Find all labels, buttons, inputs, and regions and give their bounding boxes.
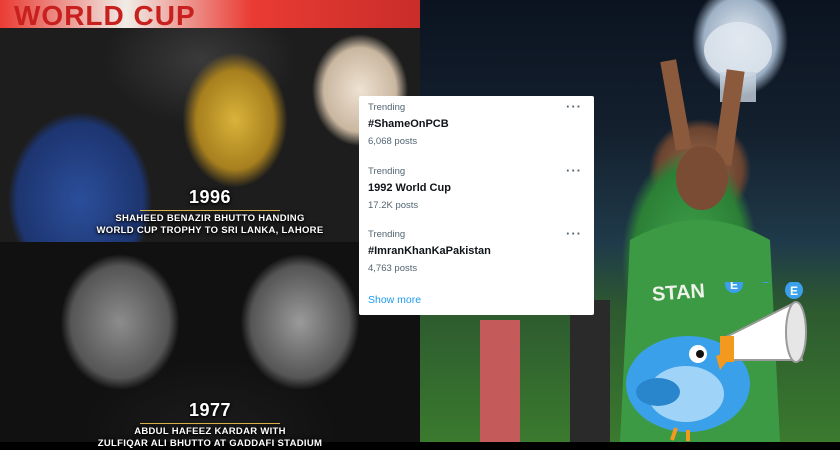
trend-post-count: 6,068 posts (368, 136, 418, 147)
world-cup-banner: WORLD CUP (0, 0, 420, 31)
more-options-icon[interactable]: ··· (566, 100, 582, 113)
letter-bubble (761, 282, 771, 283)
more-options-icon[interactable]: ··· (566, 164, 582, 177)
photo-1996-trophy: WORLD CUP 1996 SHAHEED BENAZIR BHUTTO HA… (0, 0, 420, 242)
trend-item[interactable]: Trending 1992 World Cup 17.2K posts ··· (368, 164, 586, 211)
caption-1977: 1977 ABDUL HAFEEZ KARDAR WITH ZULFIQAR A… (0, 400, 420, 450)
caption-year: 1996 (188, 187, 232, 207)
arm-right (713, 69, 745, 166)
trending-panel: Trending #ShameOnPCB 6,068 posts ··· Tre… (359, 96, 594, 315)
arm-left (660, 59, 692, 151)
trend-post-count: 4,763 posts (368, 263, 418, 274)
caption-year: 1977 (188, 400, 232, 420)
trend-context: Trending (368, 166, 406, 177)
show-more-link[interactable]: Show more (368, 294, 421, 306)
banner-text: WORLD CUP (14, 0, 196, 31)
bird-wing (636, 378, 680, 406)
megaphone-bell (785, 301, 807, 363)
more-options-icon[interactable]: ··· (566, 227, 582, 240)
twitter-bird-megaphone-icon: E E E (626, 282, 807, 441)
caption-line: ZULFIQAR ALI BHUTTO AT GADDAFI STADIUM (97, 438, 323, 449)
caption-line: WORLD CUP TROPHY TO SRI LANKA, LAHORE (96, 225, 324, 236)
letter-e: E (730, 282, 738, 292)
bird-pupil (696, 350, 704, 358)
trophy-shape (704, 22, 772, 78)
trend-item[interactable]: Trending #ShameOnPCB 6,068 posts ··· (368, 100, 586, 147)
fan-figure (570, 300, 610, 442)
caption-divider (140, 423, 280, 424)
letter-e: E (790, 284, 798, 298)
caption-1996: 1996 SHAHEED BENAZIR BHUTTO HANDING WORL… (0, 187, 420, 237)
trend-post-count: 17.2K posts (368, 200, 419, 211)
fan-figure (480, 320, 520, 442)
trend-context: Trending (368, 102, 406, 113)
caption-divider (140, 210, 280, 211)
caption-line: ABDUL HAFEEZ KARDAR WITH (134, 426, 286, 437)
trend-name: #ImranKhanKaPakistan (368, 245, 491, 257)
trend-name: #ShameOnPCB (368, 118, 449, 130)
trend-name: 1992 World Cup (368, 182, 451, 194)
player-head (676, 146, 728, 210)
megaphone-handle (720, 336, 734, 362)
trend-context: Trending (368, 229, 406, 240)
caption-line: SHAHEED BENAZIR BHUTTO HANDING (115, 213, 305, 224)
trend-item[interactable]: Trending #ImranKhanKaPakistan 4,763 post… (368, 227, 586, 274)
